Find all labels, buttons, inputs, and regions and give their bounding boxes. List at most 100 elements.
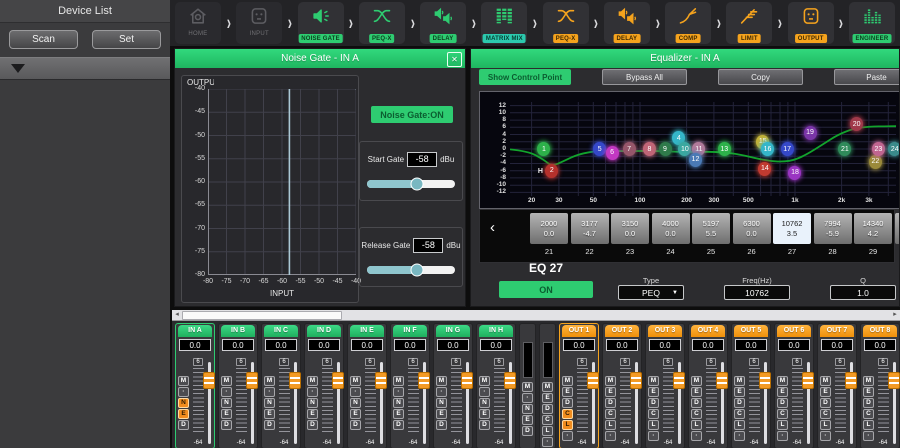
channel-gain-display[interactable]: 0.0 xyxy=(351,339,383,351)
fader-handle[interactable] xyxy=(630,372,642,389)
noise-gate-on-button[interactable]: Noise Gate:ON xyxy=(371,106,453,123)
strip-button-e[interactable]: E xyxy=(350,409,361,419)
eq-band-cell-24[interactable]: 40000.0 xyxy=(652,213,690,244)
eq-point-18[interactable]: 18 xyxy=(788,166,801,180)
channel-gain-display[interactable]: 0.0 xyxy=(735,339,767,351)
strip-button-c[interactable]: C xyxy=(562,409,573,419)
strip-button-m[interactable]: M xyxy=(605,376,616,386)
strip-button-dot[interactable]: · xyxy=(734,431,745,441)
strip-button-dot[interactable]: · xyxy=(562,431,573,441)
strip-button-m[interactable]: M xyxy=(178,376,189,386)
close-icon[interactable]: ✕ xyxy=(447,52,462,67)
strip-button-m[interactable]: M xyxy=(820,376,831,386)
strip-button-d[interactable]: D xyxy=(605,398,616,408)
strip-button-l[interactable]: L xyxy=(820,420,831,430)
toolbar-item-delay[interactable]: DELAY xyxy=(604,2,650,44)
strip-button-e[interactable]: E xyxy=(820,387,831,397)
strip-button-m[interactable]: M xyxy=(436,376,447,386)
strip-button-e[interactable]: E xyxy=(691,387,702,397)
channel-strip-out-7[interactable]: OUT 70.0MEDCL·6-64 xyxy=(817,323,857,448)
strip-button-m[interactable]: M xyxy=(863,376,874,386)
channel-strip-out-3[interactable]: OUT 30.0MEDCL·6-64 xyxy=(645,323,685,448)
strip-button-n[interactable]: N xyxy=(350,398,361,408)
start-gate-value[interactable]: -58 xyxy=(407,152,437,167)
strip-button-e[interactable]: E xyxy=(777,387,788,397)
strip-button-e[interactable]: E xyxy=(479,409,490,419)
strip-button-d[interactable]: D xyxy=(542,404,553,414)
eq-point-23[interactable]: 23 xyxy=(872,142,885,156)
copy-button[interactable]: Copy xyxy=(718,69,803,85)
paste-button[interactable]: Paste xyxy=(834,69,900,85)
channel-strip-out-2[interactable]: OUT 20.0MEDCL·6-64 xyxy=(602,323,642,448)
strip-button-l[interactable]: L xyxy=(648,420,659,430)
eq-band-cell-27[interactable]: 107623.5 xyxy=(773,213,811,244)
strip-button-l[interactable]: L xyxy=(734,420,745,430)
strip-button-dot[interactable]: · xyxy=(393,387,404,397)
eq-point-19[interactable]: 19 xyxy=(804,126,817,140)
channel-gain-display[interactable]: 0.0 xyxy=(606,339,638,351)
eq-point-9[interactable]: 9 xyxy=(659,142,672,156)
strip-button-c[interactable]: C xyxy=(691,409,702,419)
start-gate-slider-thumb[interactable] xyxy=(411,178,424,191)
fader-handle[interactable] xyxy=(716,372,728,389)
toolbar-item-delay[interactable]: DELAY xyxy=(420,2,466,44)
channel-strip-in-a[interactable]: IN A0.0M·NED6-64 xyxy=(175,323,215,448)
fader-handle[interactable] xyxy=(845,372,857,389)
strip-button-dot[interactable]: · xyxy=(605,431,616,441)
channel-gain-display[interactable]: 0.0 xyxy=(480,339,512,351)
bypass-all-button[interactable]: Bypass All xyxy=(602,69,687,85)
strip-button-m[interactable]: M xyxy=(542,382,553,392)
channel-gain-display[interactable]: 0.0 xyxy=(821,339,853,351)
channel-strip-out-8[interactable]: OUT 80.0MEDCL·6-64 xyxy=(860,323,900,448)
channel-gain-display[interactable]: 0.0 xyxy=(308,339,340,351)
eq-band-cell-28[interactable]: 7994-5.9 xyxy=(814,213,852,244)
toolbar-item-comp[interactable]: COMP xyxy=(665,2,711,44)
strip-button-e[interactable]: E xyxy=(522,415,533,425)
fader-handle[interactable] xyxy=(504,372,516,389)
band-scroll-left-icon[interactable]: ‹ xyxy=(484,218,501,237)
fader-handle[interactable] xyxy=(587,372,599,389)
channel-gain-display[interactable]: 0.0 xyxy=(394,339,426,351)
toolbar-item-engineer[interactable]: ENGINEER xyxy=(849,2,895,44)
strip-button-c[interactable]: C xyxy=(648,409,659,419)
strip-button-d[interactable]: D xyxy=(648,398,659,408)
release-gate-value[interactable]: -58 xyxy=(413,238,443,253)
mixer-scrollbar[interactable]: ◂ ▸ xyxy=(172,310,900,321)
strip-button-d[interactable]: D xyxy=(393,420,404,430)
strip-button-dot[interactable]: · xyxy=(863,431,874,441)
channel-gain-display[interactable]: 0.0 xyxy=(692,339,724,351)
channel-strip-in-b[interactable]: IN B0.0M·NED6-64 xyxy=(218,323,258,448)
strip-button-d[interactable]: D xyxy=(436,420,447,430)
fader-handle[interactable] xyxy=(289,372,301,389)
eq-point-16[interactable]: 16 xyxy=(761,142,774,156)
strip-button-d[interactable]: D xyxy=(221,420,232,430)
fader-handle[interactable] xyxy=(673,372,685,389)
device-tree-collapse-bar[interactable] xyxy=(0,57,170,80)
fader-handle[interactable] xyxy=(246,372,258,389)
strip-button-n[interactable]: N xyxy=(522,404,533,414)
eq-point-6[interactable]: 6 xyxy=(606,146,619,160)
strip-button-d[interactable]: D xyxy=(479,420,490,430)
fader-handle[interactable] xyxy=(802,372,814,389)
strip-button-n[interactable]: N xyxy=(307,398,318,408)
mixer-scrollbar-thumb[interactable] xyxy=(182,311,342,320)
strip-button-dot[interactable]: · xyxy=(522,393,533,403)
eq-point-2[interactable]: 2 xyxy=(545,164,558,178)
strip-button-e[interactable]: E xyxy=(734,387,745,397)
strip-button-e[interactable]: E xyxy=(178,409,189,419)
toolbar-item-peq-x[interactable]: PEQ-X xyxy=(359,2,405,44)
channel-strip-out-6[interactable]: OUT 60.0MEDCL·6-64 xyxy=(774,323,814,448)
strip-button-c[interactable]: C xyxy=(777,409,788,419)
strip-button-l[interactable]: L xyxy=(777,420,788,430)
strip-button-m[interactable]: M xyxy=(562,376,573,386)
strip-button-e[interactable]: E xyxy=(264,409,275,419)
strip-button-d[interactable]: D xyxy=(264,420,275,430)
start-gate-slider[interactable] xyxy=(367,180,455,188)
eq-point-12[interactable]: 12 xyxy=(689,153,702,167)
channel-strip-out-5[interactable]: OUT 50.0MEDCL·6-64 xyxy=(731,323,771,448)
toolbar-item-matrix-mix[interactable]: MATRIX MIX xyxy=(481,2,527,44)
strip-button-m[interactable]: M xyxy=(307,376,318,386)
narrow-strip-2[interactable]: MEDCL· xyxy=(539,323,556,448)
strip-button-e[interactable]: E xyxy=(436,409,447,419)
eq-point-22[interactable]: 22 xyxy=(869,155,882,169)
